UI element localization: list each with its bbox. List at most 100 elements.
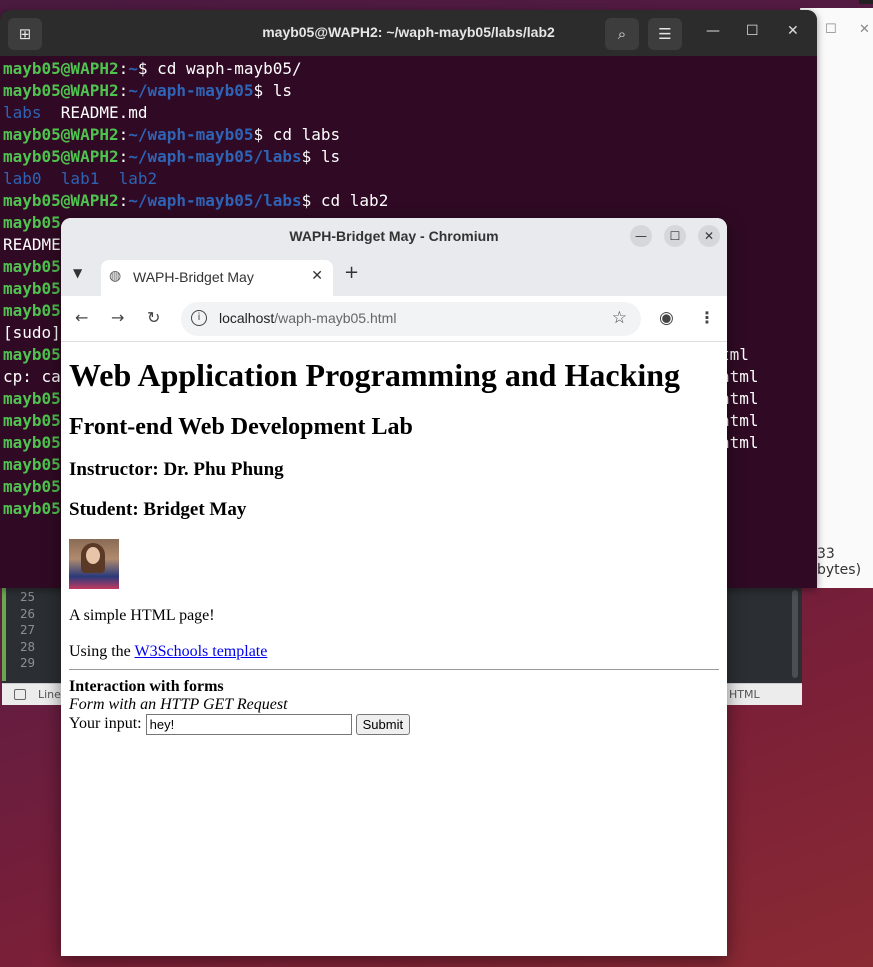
- prompt-sep: :: [118, 147, 129, 166]
- browser-toolbar: ← → ↻ i localhost/waph-mayb05.html ☆ ◉ ⋮: [61, 296, 727, 342]
- language-selector[interactable]: HTML: [729, 688, 760, 701]
- browser-window-title: WAPH-Bridget May - Chromium: [289, 228, 499, 244]
- simple-text: A simple HTML page!: [69, 607, 215, 625]
- terminal-line: mayb05@WAPH2:~/waph-mayb05/labs$ cd lab2: [3, 190, 388, 212]
- page-content: Web Application Programming and Hacking …: [69, 342, 719, 736]
- output-partial: cp: ca: [3, 367, 61, 386]
- prompt-path: ~/waph-mayb05: [128, 125, 254, 144]
- template-prefix: Using the: [69, 643, 135, 661]
- tab-search-chevron-icon[interactable]: ▼: [73, 266, 82, 280]
- top-edge-glyph: [859, 0, 873, 4]
- submit-button[interactable]: Submit: [355, 714, 411, 736]
- prompt-user-partial: mayb05: [3, 477, 61, 496]
- prompt-sep: :: [118, 191, 129, 210]
- line-number: 29: [20, 655, 36, 670]
- prompt-command: $ cd labs: [253, 125, 341, 144]
- tab-label: WAPH-Bridget May: [133, 269, 254, 285]
- line-numbers: 25 26 27 28 29: [20, 589, 35, 672]
- template-sentence: Using the W3Schools template: [69, 643, 719, 661]
- prompt-user-partial: mayb05: [3, 433, 61, 452]
- reload-icon[interactable]: ↻: [147, 308, 160, 327]
- back-arrow-icon[interactable]: ←: [75, 308, 88, 327]
- prompt-user: mayb05@WAPH2: [3, 147, 119, 166]
- user-input-field[interactable]: [145, 714, 352, 736]
- form-title: Interaction with forms: [69, 678, 224, 696]
- page-subheading: Front-end Web Development Lab: [69, 414, 413, 441]
- line-number: 28: [20, 638, 36, 654]
- w3schools-link[interactable]: W3Schools template: [134, 643, 267, 660]
- editor-scrollbar[interactable]: [792, 590, 798, 678]
- url-host: localhost: [219, 310, 275, 326]
- url-text[interactable]: localhost/waph-mayb05.html: [219, 310, 396, 326]
- prompt-user: mayb05@WAPH2: [3, 191, 119, 210]
- line-number: 26: [20, 605, 36, 621]
- close-icon[interactable]: ✕: [859, 22, 870, 37]
- prompt-user-partial: mayb05: [3, 279, 61, 298]
- sidebar-toggle-icon[interactable]: [14, 689, 26, 700]
- line-number: 27: [20, 622, 36, 637]
- terminal-line: mayb05@WAPH2:~$ cd waph-mayb05/: [3, 58, 388, 80]
- student-heading: Student: Bridget May: [69, 499, 247, 521]
- globe-icon: ◍: [109, 268, 122, 284]
- prompt-user: mayb05@WAPH2: [3, 81, 119, 100]
- terminal-line: labs README.md: [3, 102, 388, 124]
- prompt-path: ~/waph-mayb05: [128, 81, 254, 100]
- prompt-user-partial: mayb05: [3, 411, 61, 430]
- profile-icon[interactable]: ◉: [659, 308, 674, 328]
- maximize-icon[interactable]: ☐: [746, 23, 759, 39]
- bytes-text: 33 bytes): [817, 546, 862, 578]
- close-icon[interactable]: ✕: [787, 23, 799, 39]
- prompt-sep: :: [118, 81, 129, 100]
- kebab-menu-icon[interactable]: ⋮: [699, 308, 715, 327]
- output-partial: [sudo]: [3, 323, 61, 342]
- chromium-window: WAPH-Bridget May - Chromium — ☐ ✕ ▼ ◍ WA…: [61, 218, 727, 956]
- site-info-icon[interactable]: i: [191, 310, 207, 326]
- prompt-command: $ ls: [253, 81, 292, 100]
- prompt-user-partial: mayb05: [3, 389, 61, 408]
- url-path: /waph-mayb05.html: [274, 310, 397, 326]
- forward-arrow-icon[interactable]: →: [111, 308, 124, 327]
- prompt-sep: :: [118, 125, 129, 144]
- prompt-user-partial: mayb05: [3, 499, 61, 518]
- status-line-label[interactable]: Line: [38, 688, 61, 701]
- prompt-path: ~/waph-mayb05/labs: [128, 191, 302, 210]
- page-heading: Web Application Programming and Hacking: [69, 357, 681, 393]
- dir-listing: lab0 lab1 lab2: [3, 169, 158, 188]
- menu-icon[interactable]: ☰: [648, 18, 682, 50]
- maximize-icon[interactable]: ☐: [664, 225, 686, 247]
- tab-close-icon[interactable]: ✕: [311, 268, 323, 284]
- prompt-user: mayb05@WAPH2: [3, 59, 119, 78]
- divider: [69, 669, 719, 671]
- prompt-user: mayb05@WAPH2: [3, 125, 119, 144]
- change-gutter: [2, 588, 6, 681]
- form-row: Your input: Submit: [69, 714, 719, 736]
- prompt-user-partial: mayb05: [3, 213, 61, 232]
- new-tab-plus-icon[interactable]: +: [344, 262, 359, 283]
- prompt-user-partial: mayb05: [3, 257, 61, 276]
- browser-tab[interactable]: ◍ WAPH-Bridget May ✕: [101, 260, 333, 296]
- terminal-line: mayb05@WAPH2:~/waph-mayb05/labs$ ls: [3, 146, 388, 168]
- tab-strip: ▼ ◍ WAPH-Bridget May ✕ +: [61, 254, 727, 296]
- prompt-user-partial: mayb05: [3, 345, 61, 364]
- form-subtitle: Form with an HTTP GET Request: [69, 696, 288, 714]
- terminal-title: mayb05@WAPH2: ~/waph-mayb05/labs/lab2: [262, 24, 555, 40]
- prompt-command: $ ls: [301, 147, 341, 166]
- file-listing: README.md: [41, 103, 148, 122]
- bookmark-star-icon[interactable]: ☆: [612, 308, 627, 328]
- prompt-user-partial: mayb05: [3, 301, 61, 320]
- address-bar[interactable]: i localhost/waph-mayb05.html ☆: [181, 302, 641, 336]
- terminal-line: lab0 lab1 lab2: [3, 168, 388, 190]
- browser-titlebar: WAPH-Bridget May - Chromium — ☐ ✕: [61, 218, 727, 254]
- output-partial: README: [3, 235, 61, 254]
- input-label: Your input:: [69, 715, 146, 733]
- terminal-line: mayb05@WAPH2:~/waph-mayb05$ cd labs: [3, 124, 388, 146]
- restore-icon[interactable]: ☐: [825, 22, 837, 37]
- minimize-icon[interactable]: —: [706, 23, 720, 39]
- prompt-user-partial: mayb05: [3, 455, 61, 474]
- search-icon[interactable]: ⌕: [605, 18, 639, 50]
- close-icon[interactable]: ✕: [698, 225, 720, 247]
- line-number: 25: [20, 589, 36, 604]
- prompt-path: ~/waph-mayb05/labs: [128, 147, 302, 166]
- minimize-icon[interactable]: —: [630, 225, 652, 247]
- prompt-path: ~: [128, 59, 138, 78]
